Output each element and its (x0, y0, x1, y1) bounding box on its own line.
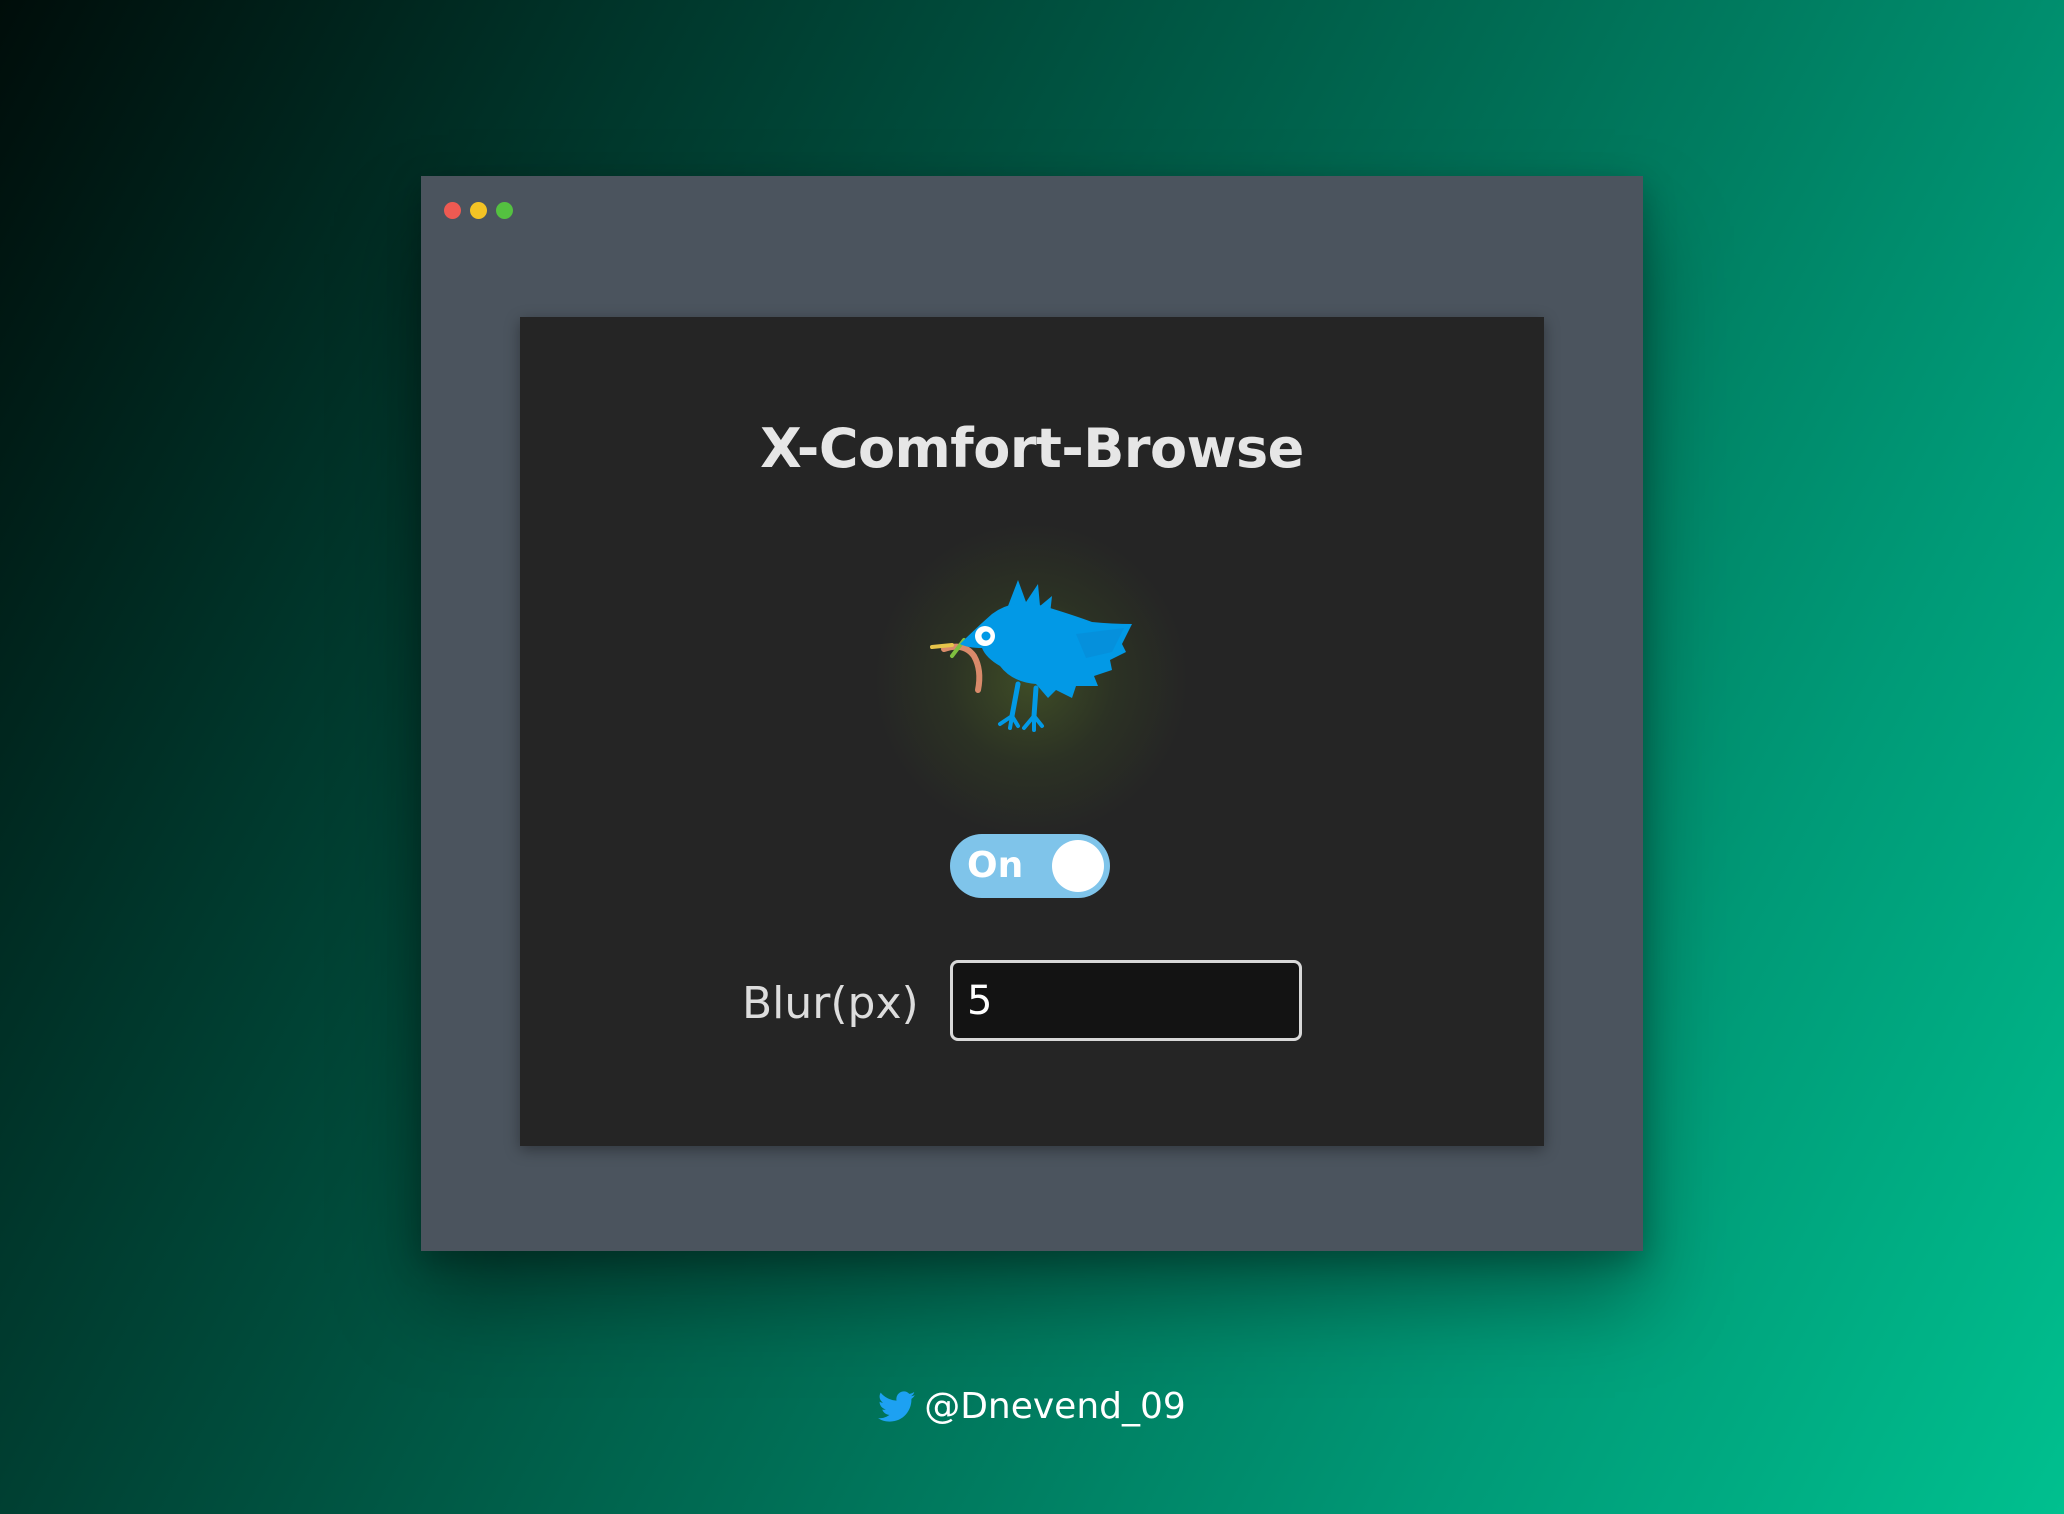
extension-popup: X-Comfort-Browse On Blur(px) (520, 317, 1544, 1146)
browser-window: X-Comfort-Browse On Blur(px) (421, 176, 1643, 1251)
author-handle[interactable]: @Dnevend_09 (924, 1386, 1186, 1427)
bird-with-worm-icon (930, 580, 1132, 732)
blur-label: Blur(px) (742, 978, 919, 1029)
toggle-state-label: On (967, 845, 1024, 886)
minimize-window-button[interactable] (470, 202, 487, 219)
maximize-window-button[interactable] (496, 202, 513, 219)
twitter-bird-icon (878, 1390, 916, 1422)
blur-input[interactable] (950, 960, 1302, 1041)
close-window-button[interactable] (444, 202, 461, 219)
enable-toggle[interactable]: On (950, 834, 1110, 898)
app-title: X-Comfort-Browse (760, 417, 1304, 480)
author-credit: @Dnevend_09 (0, 1386, 2064, 1427)
window-controls (444, 202, 513, 219)
toggle-knob (1052, 840, 1104, 892)
